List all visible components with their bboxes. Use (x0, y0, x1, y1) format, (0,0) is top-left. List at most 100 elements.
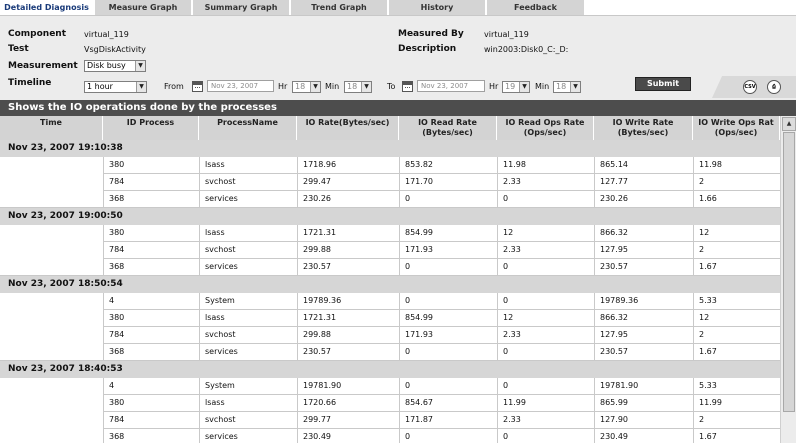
test-value: VsgDiskActivity (84, 45, 146, 54)
cell-io-read-rate: 854.99 (399, 310, 497, 327)
cell-io-write-rate: 230.57 (594, 259, 693, 276)
tab-trend-graph[interactable]: Trend Graph (291, 0, 388, 15)
cell-time (0, 429, 103, 443)
table-row: 380 lsass 1720.66 854.67 11.99 865.99 11.99 (0, 395, 780, 412)
measurement-select[interactable]: Disk busy ▼ (84, 60, 146, 72)
column-header-time[interactable]: Time (0, 116, 103, 140)
cell-process-name: svchost (199, 412, 297, 429)
cell-io-read-ops-rate: 2.33 (497, 174, 594, 191)
tab-measure-graph[interactable]: Measure Graph (95, 0, 192, 15)
column-header-process-name[interactable]: ProcessName (199, 116, 297, 140)
tab-feedback[interactable]: Feedback (487, 0, 585, 15)
to-min-select[interactable]: 18 ▼ (553, 81, 581, 93)
cell-io-write-rate: 230.49 (594, 429, 693, 443)
cell-io-write-ops-rate: 1.67 (693, 344, 780, 361)
cell-io-read-ops-rate: 11.99 (497, 395, 594, 412)
cell-io-rate: 1721.31 (297, 310, 399, 327)
cell-id-process: 784 (103, 242, 199, 259)
tab-history[interactable]: History (389, 0, 486, 15)
cell-time (0, 174, 103, 191)
cell-io-write-rate: 866.32 (594, 225, 693, 242)
cell-io-write-ops-rate: 12 (693, 225, 780, 242)
cell-id-process: 380 (103, 157, 199, 174)
cell-process-name: services (199, 344, 297, 361)
column-header-io-write-ops-rate[interactable]: IO Write Ops Rat (Ops/sec) (693, 116, 780, 140)
chevron-down-icon: ▼ (136, 82, 146, 92)
component-value: virtual_119 (84, 30, 129, 39)
column-header-io-read-ops-rate[interactable]: IO Read Ops Rate (Ops/sec) (497, 116, 594, 140)
to-hr-select[interactable]: 19 ▼ (502, 81, 530, 93)
cell-io-read-ops-rate: 2.33 (497, 327, 594, 344)
cell-io-read-ops-rate: 0 (497, 344, 594, 361)
chevron-down-icon: ▼ (570, 82, 580, 92)
scroll-up-icon[interactable]: ▲ (782, 117, 796, 131)
cell-io-rate: 1718.96 (297, 157, 399, 174)
calendar-icon[interactable] (402, 81, 413, 92)
cell-id-process: 784 (103, 327, 199, 344)
cell-id-process: 380 (103, 225, 199, 242)
cell-id-process: 368 (103, 344, 199, 361)
cell-io-read-ops-rate: 2.33 (497, 242, 594, 259)
column-header-io-read-rate[interactable]: IO Read Rate (Bytes/sec) (399, 116, 497, 140)
cell-io-write-rate: 127.77 (594, 174, 693, 191)
measurement-label: Measurement (8, 61, 78, 71)
cell-time (0, 225, 103, 242)
table-body: Nov 23, 2007 19:10:38 380 lsass 1718.96 853.… (0, 140, 780, 443)
calendar-icon[interactable] (192, 81, 203, 92)
cell-io-rate: 230.26 (297, 191, 399, 208)
from-hr-value: 18 (295, 82, 306, 91)
cell-io-read-rate: 854.67 (399, 395, 497, 412)
to-label: To (387, 82, 396, 91)
cell-io-write-rate: 230.26 (594, 191, 693, 208)
table-row: 368 services 230.57 0 0 230.57 1.67 (0, 344, 780, 361)
from-hr-label: Hr (278, 82, 288, 91)
cell-io-read-rate: 0 (399, 259, 497, 276)
column-header-io-write-rate[interactable]: IO Write Rate (Bytes/sec) (594, 116, 693, 140)
measured-by-label: Measured By (398, 29, 464, 39)
timeline-select[interactable]: 1 hour ▼ (84, 81, 147, 93)
table-row: 380 lsass 1718.96 853.82 11.98 865.14 11.98 (0, 157, 780, 174)
cell-io-rate: 299.47 (297, 174, 399, 191)
print-icon[interactable]: ⎙ (767, 80, 781, 94)
cell-io-write-rate: 230.57 (594, 344, 693, 361)
tab-summary-graph[interactable]: Summary Graph (193, 0, 290, 15)
cell-io-write-rate: 19781.90 (594, 378, 693, 395)
cell-io-read-rate: 0 (399, 344, 497, 361)
cell-time (0, 412, 103, 429)
from-hr-select[interactable]: 18 ▼ (292, 81, 321, 93)
cell-process-name: services (199, 429, 297, 443)
table-row: 4 System 19789.36 0 0 19789.36 5.33 (0, 293, 780, 310)
column-header-io-rate[interactable]: IO Rate(Bytes/sec) (297, 116, 399, 140)
cell-id-process: 368 (103, 259, 199, 276)
from-min-value: 18 (347, 82, 358, 91)
from-date-input[interactable]: Nov 23, 2007 (207, 80, 274, 92)
tab-bar: Detailed Diagnosis Measure Graph Summary… (0, 0, 796, 15)
test-label: Test (8, 44, 29, 54)
column-header-id-process[interactable]: ID Process (103, 116, 199, 140)
cell-io-write-ops-rate: 12 (693, 310, 780, 327)
csv-export-icon[interactable]: CSV (743, 80, 757, 94)
cell-id-process: 4 (103, 293, 199, 310)
cell-io-read-ops-rate: 12 (497, 310, 594, 327)
chevron-down-icon: ▼ (310, 82, 320, 92)
cell-io-rate: 230.49 (297, 429, 399, 443)
cell-io-rate: 1721.31 (297, 225, 399, 242)
cell-io-read-ops-rate: 2.33 (497, 412, 594, 429)
submit-button[interactable]: Submit (635, 77, 691, 91)
cell-process-name: svchost (199, 242, 297, 259)
to-date-input[interactable]: Nov 23, 2007 (417, 80, 485, 92)
tab-detailed-diagnosis[interactable]: Detailed Diagnosis (0, 0, 94, 15)
cell-time (0, 327, 103, 344)
cell-io-read-ops-rate: 0 (497, 191, 594, 208)
table-row: 380 lsass 1721.31 854.99 12 866.32 12 (0, 225, 780, 242)
table-row: 784 svchost 299.88 171.93 2.33 127.95 2 (0, 327, 780, 344)
cell-io-read-rate: 171.93 (399, 327, 497, 344)
from-min-select[interactable]: 18 ▼ (344, 81, 372, 93)
group-time-header: Nov 23, 2007 19:10:38 (0, 140, 780, 157)
to-min-value: 18 (556, 82, 567, 91)
scroll-thumb[interactable] (783, 132, 795, 412)
vertical-scrollbar[interactable]: ▲ (780, 116, 796, 443)
table-row: 380 lsass 1721.31 854.99 12 866.32 12 (0, 310, 780, 327)
cell-io-write-ops-rate: 5.33 (693, 293, 780, 310)
cell-time (0, 259, 103, 276)
